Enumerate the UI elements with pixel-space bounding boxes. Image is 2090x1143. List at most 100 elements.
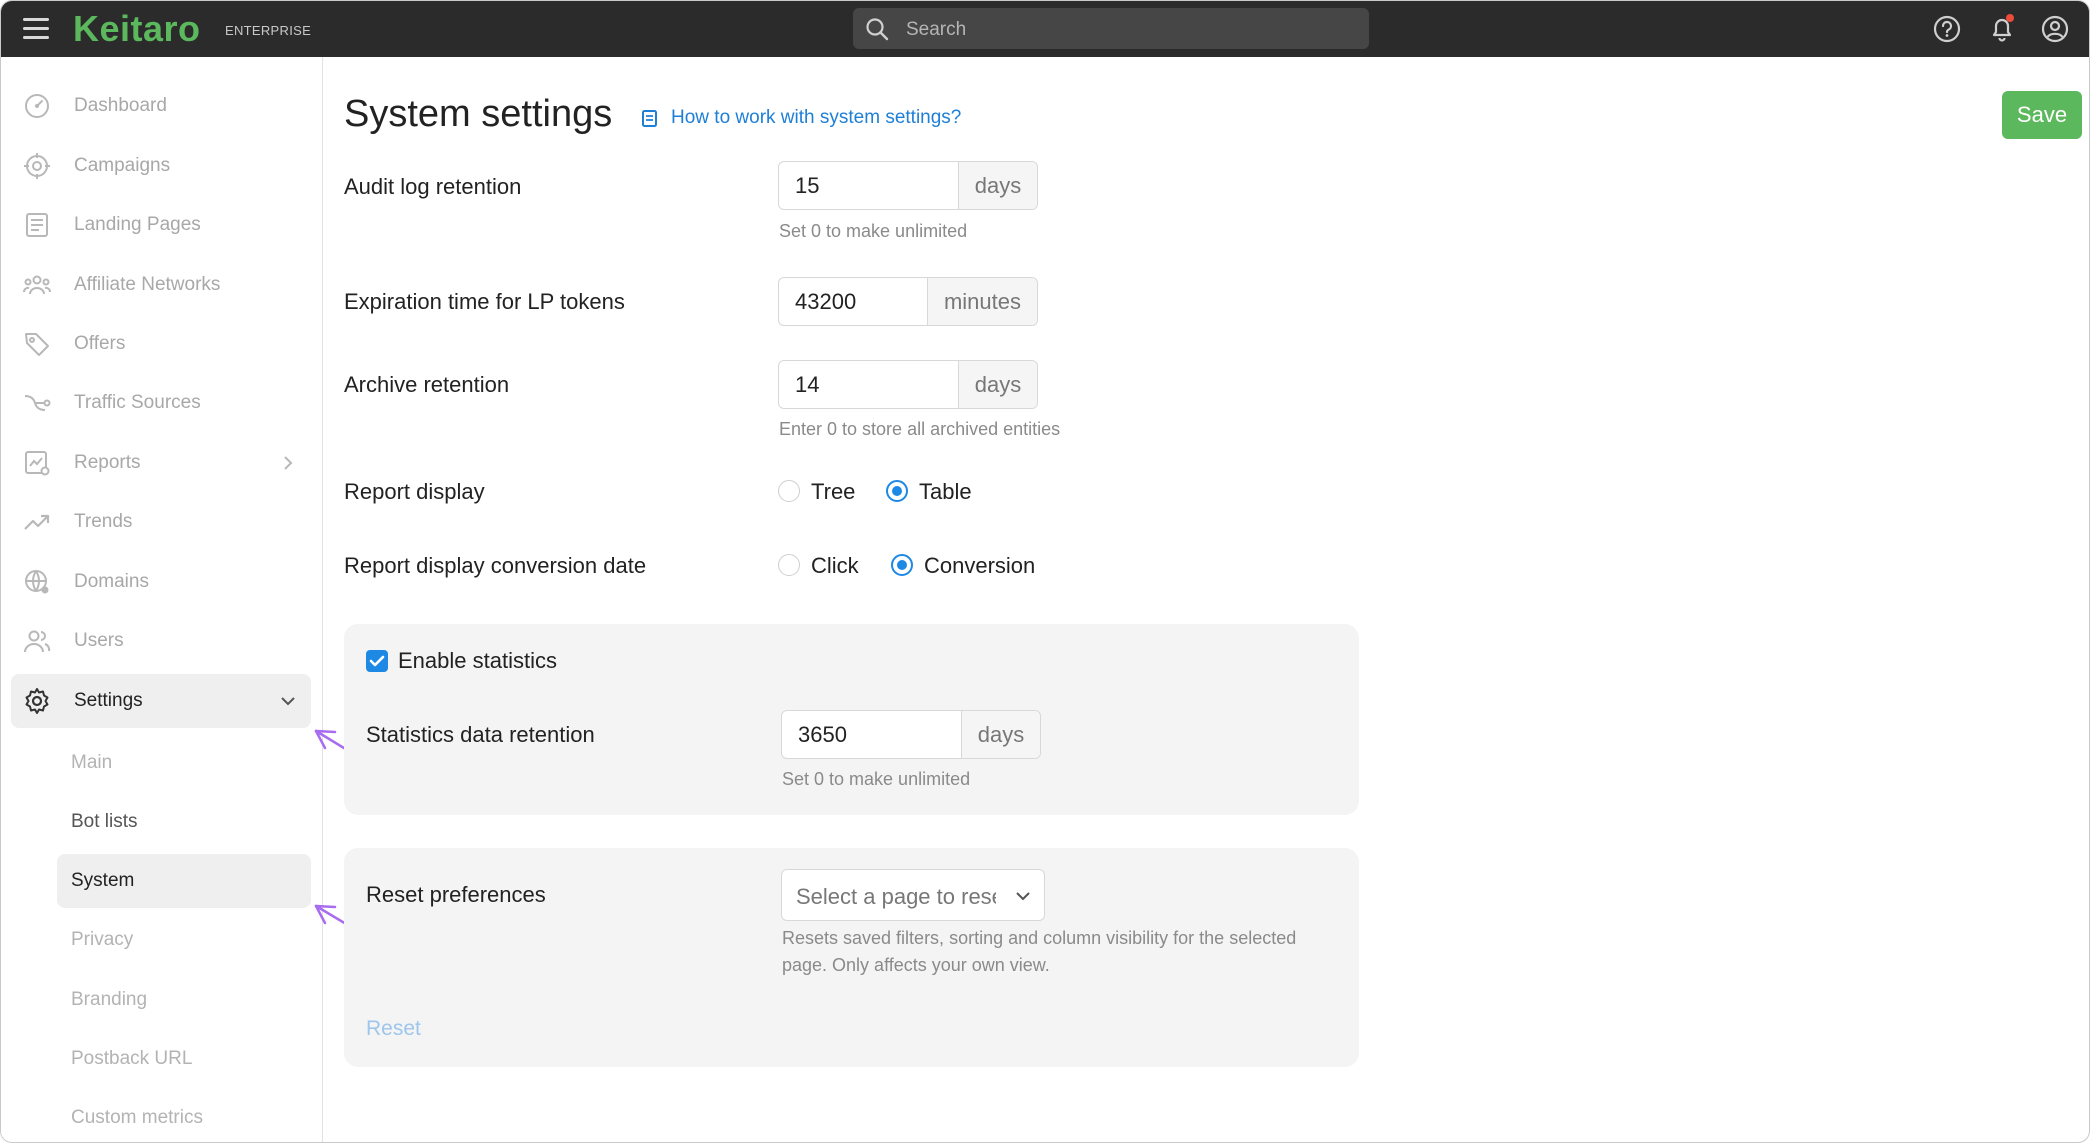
statistics-retention-hint: Set 0 to make unlimited <box>782 769 971 789</box>
sidebar-subitem-system[interactable]: System <box>57 854 311 908</box>
reset-preferences-card: Reset preferences Select a page to reset… <box>344 848 1359 1067</box>
sidebar-item-users[interactable]: Users <box>11 614 311 668</box>
archive-retention-unit: days <box>959 361 1037 408</box>
book-icon <box>642 110 657 127</box>
sidebar-item-label: Trends <box>74 511 133 532</box>
radio-click-label[interactable]: Click <box>811 553 859 579</box>
sidebar-item-affiliate-networks[interactable]: Affiliate Networks <box>11 258 311 312</box>
radio-table[interactable] <box>886 480 908 502</box>
sidebar-item-label: Landing Pages <box>74 214 201 235</box>
lp-tokens-unit: minutes <box>928 278 1037 325</box>
sidebar-item-label: Settings <box>74 690 143 711</box>
sidebar-item-campaigns[interactable]: Campaigns <box>11 139 311 193</box>
lp-tokens-field[interactable]: 43200 minutes <box>778 277 1038 326</box>
target-icon <box>24 153 50 179</box>
help-link-label: How to work with system settings? <box>671 107 962 128</box>
audit-log-unit: days <box>959 162 1037 209</box>
sidebar-item-settings[interactable]: Settings <box>11 674 311 728</box>
radio-conversion[interactable] <box>891 554 913 576</box>
globe-icon <box>25 570 49 594</box>
chevron-down-icon <box>1016 892 1030 901</box>
radio-click[interactable] <box>778 554 800 576</box>
sidebar-subitem-postback-url[interactable]: Postback URL <box>57 1032 311 1086</box>
check-icon <box>369 655 385 667</box>
archive-retention-field[interactable]: 14 days <box>778 360 1038 409</box>
sidebar-item-landing-pages[interactable]: Landing Pages <box>11 198 311 252</box>
search-icon <box>866 18 889 41</box>
help-icon[interactable] <box>1932 14 1962 44</box>
search-input[interactable]: Search <box>853 8 1369 49</box>
statistics-retention-field[interactable]: 3650 days <box>781 710 1041 759</box>
account-icon[interactable] <box>2040 14 2070 44</box>
report-chart-icon <box>25 451 50 476</box>
page-title: System settings <box>344 93 613 135</box>
enable-statistics-label[interactable]: Enable statistics <box>398 648 557 674</box>
sidebar-subitem-main[interactable]: Main <box>57 736 311 790</box>
enable-statistics-checkbox[interactable] <box>366 650 388 672</box>
traffic-icon <box>24 395 51 411</box>
sidebar-item-reports[interactable]: Reports <box>11 436 311 490</box>
report-display-label: Report display <box>344 479 485 504</box>
tag-icon <box>25 333 49 356</box>
chevron-right-icon <box>284 456 293 470</box>
statistics-card: Enable statistics Statistics data retent… <box>344 624 1359 815</box>
sidebar-item-label: Traffic Sources <box>74 392 201 413</box>
sidebar-subitem-custom-metrics[interactable]: Custom metrics <box>57 1091 311 1142</box>
sidebar-item-trends[interactable]: Trends <box>11 495 311 549</box>
radio-tree-label[interactable]: Tree <box>811 479 855 505</box>
sidebar-subitem-bot-lists[interactable]: Bot lists <box>57 795 311 849</box>
radio-tree[interactable] <box>778 480 800 502</box>
top-bar: Keitaro ENTERPRISE Search <box>1 1 2089 57</box>
notifications-bell-icon[interactable] <box>1987 14 2017 44</box>
sidebar-item-offers[interactable]: Offers <box>11 317 311 371</box>
statistics-retention-input[interactable]: 3650 <box>782 711 962 758</box>
page-icon <box>26 213 48 237</box>
audit-log-field[interactable]: 15 days <box>778 161 1038 210</box>
archive-retention-label: Archive retention <box>344 372 510 397</box>
sidebar-subitem-label: Postback URL <box>71 1048 193 1069</box>
radio-conversion-label[interactable]: Conversion <box>924 553 1035 579</box>
app-window: Keitaro ENTERPRISE Search Dashboard Camp… <box>0 0 2090 1143</box>
sidebar-subitem-branding[interactable]: Branding <box>57 973 311 1027</box>
people-network-icon <box>23 275 51 295</box>
notification-badge <box>2006 14 2014 22</box>
sidebar-item-label: Reports <box>74 452 141 473</box>
sidebar: Dashboard Campaigns Landing Pages Affili… <box>1 57 323 1142</box>
sidebar-item-label: Users <box>74 630 124 651</box>
trend-icon <box>24 514 50 530</box>
reset-hint-line1: Resets saved filters, sorting and column… <box>782 928 1297 948</box>
menu-icon[interactable] <box>23 18 51 40</box>
logo-edition: ENTERPRISE <box>225 23 312 38</box>
sidebar-item-dashboard[interactable]: Dashboard <box>11 79 311 133</box>
sidebar-subitem-label: Bot lists <box>71 811 138 832</box>
sidebar-item-label: Offers <box>74 333 126 354</box>
lp-tokens-input[interactable]: 43200 <box>779 278 928 325</box>
search-placeholder: Search <box>906 19 967 40</box>
sidebar-item-label: Domains <box>74 571 149 592</box>
chevron-down-icon <box>281 697 295 706</box>
users-icon <box>24 630 51 653</box>
sidebar-item-label: Affiliate Networks <box>74 274 221 295</box>
archive-retention-hint: Enter 0 to store all archived entities <box>779 419 1061 439</box>
sidebar-item-traffic-sources[interactable]: Traffic Sources <box>11 376 311 430</box>
sidebar-item-domains[interactable]: Domains <box>11 555 311 609</box>
logo: Keitaro <box>73 8 201 49</box>
statistics-retention-label: Statistics data retention <box>366 722 595 747</box>
audit-log-hint: Set 0 to make unlimited <box>779 221 968 241</box>
dashboard-icon <box>25 94 49 118</box>
reset-button[interactable]: Reset <box>366 1017 421 1041</box>
sidebar-subitem-label: Custom metrics <box>71 1107 203 1128</box>
sidebar-subitem-label: Privacy <box>71 929 134 950</box>
sidebar-subitem-label: Branding <box>71 989 148 1010</box>
reset-preferences-label: Reset preferences <box>366 882 546 907</box>
sidebar-subitem-label: System <box>71 870 135 891</box>
sidebar-subitem-privacy[interactable]: Privacy <box>57 913 311 967</box>
save-button[interactable]: Save <box>2002 91 2082 139</box>
archive-retention-input[interactable]: 14 <box>779 361 959 408</box>
gear-icon <box>25 688 49 714</box>
sidebar-item-label: Campaigns <box>74 155 171 176</box>
radio-table-label[interactable]: Table <box>919 479 972 505</box>
audit-log-input[interactable]: 15 <box>779 162 959 209</box>
sidebar-item-label: Dashboard <box>74 95 167 116</box>
reset-page-select[interactable]: Select a page to reset <box>781 869 1045 921</box>
